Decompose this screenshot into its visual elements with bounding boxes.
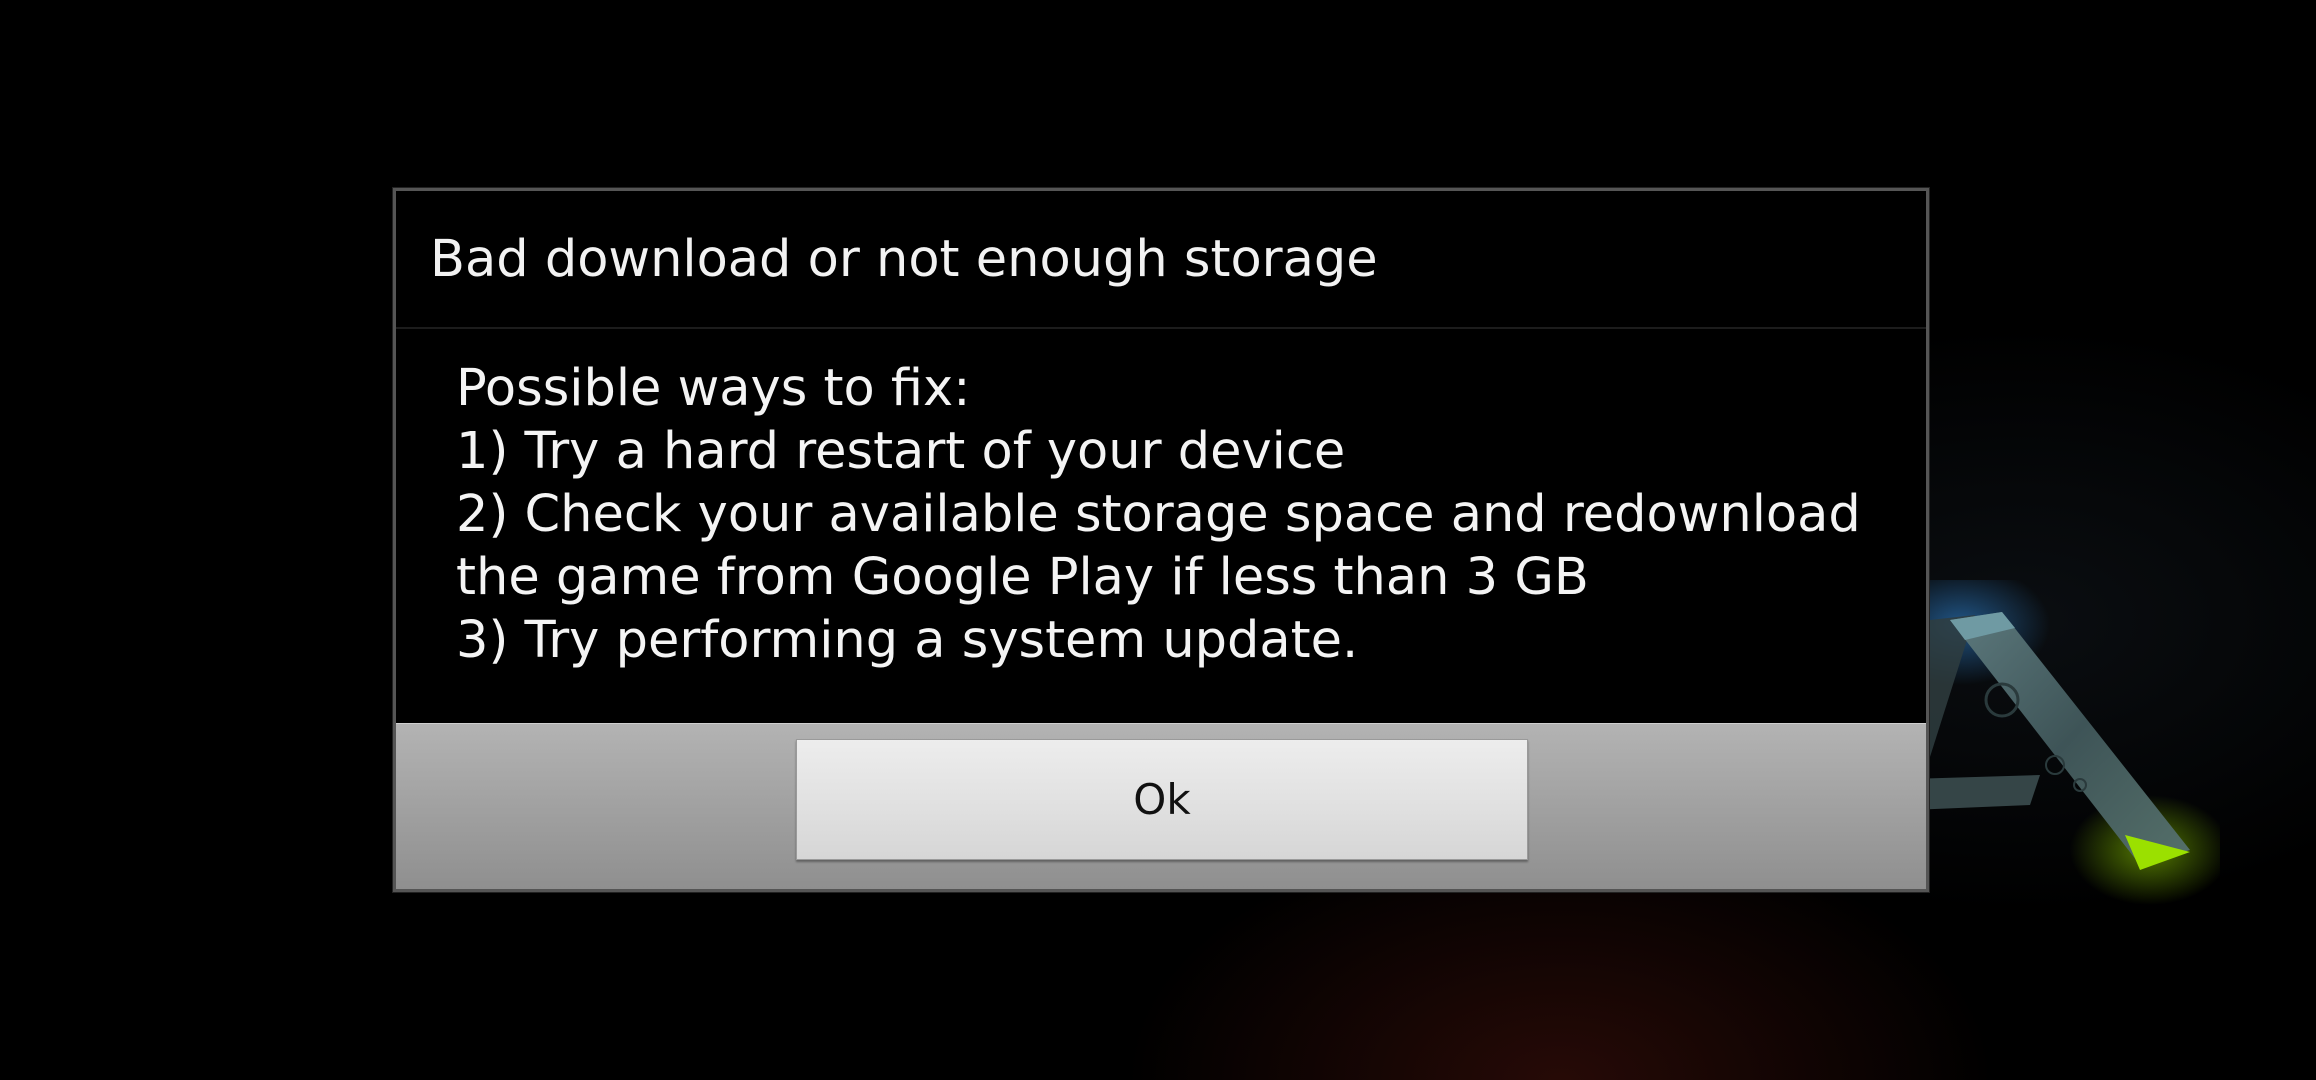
ok-button[interactable]: Ok [796,739,1528,860]
message-line: Possible ways to fix: [456,359,971,418]
dialog-header: Bad download or not enough storage [396,191,1926,329]
ok-button-label: Ok [1133,775,1191,824]
message-line: the game from Google Play if less than 3… [456,548,1589,607]
game-screen: Bad download or not enough storage Possi… [0,0,2316,1080]
dialog-footer: Ok [396,723,1926,889]
message-line: 2) Check your available storage space an… [456,485,1861,544]
dialog-title: Bad download or not enough storage [430,229,1378,289]
message-line: 1) Try a hard restart of your device [456,422,1346,481]
dialog-message: Possible ways to fix: 1) Try a hard rest… [396,329,1926,726]
message-line: 3) Try performing a system update. [456,611,1359,670]
error-dialog: Bad download or not enough storage Possi… [393,188,1929,892]
